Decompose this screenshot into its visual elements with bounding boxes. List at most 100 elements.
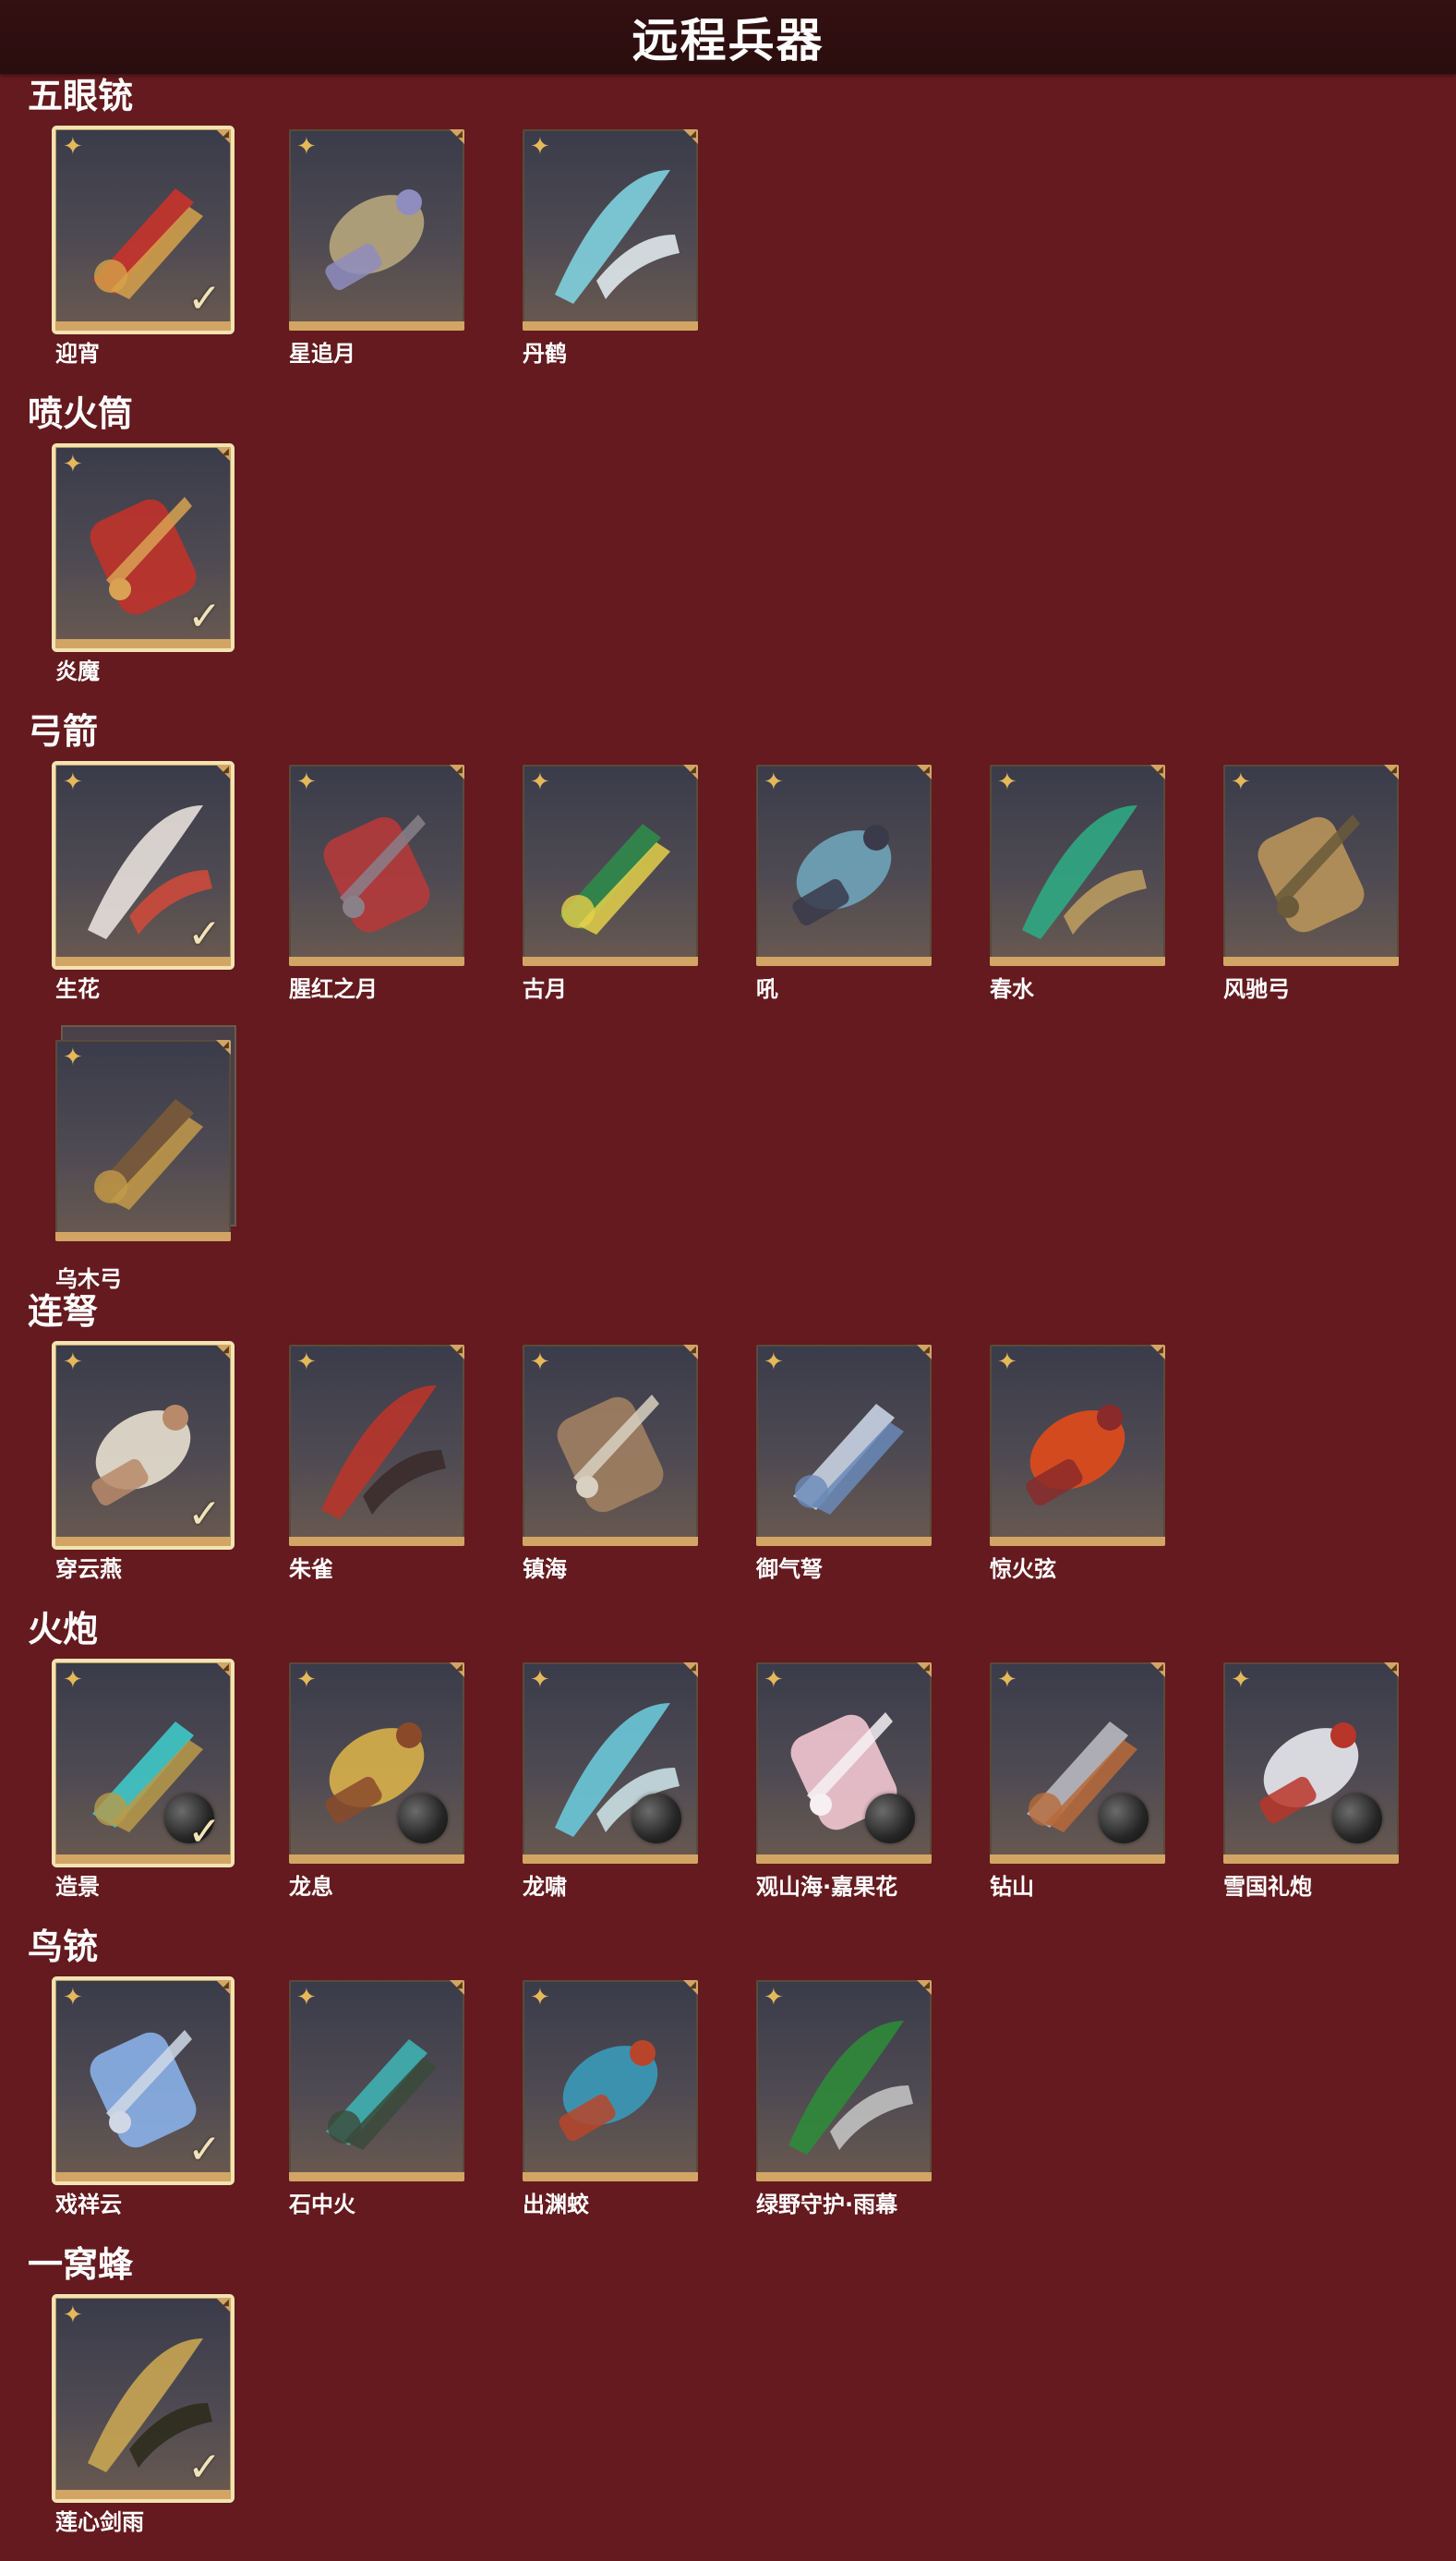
weapon-skin-card[interactable]: ✦ ◢ <box>55 1040 231 1241</box>
weapon-skin-tile[interactable]: ✦ ◢ 石中火 <box>289 1980 468 2229</box>
weapon-skin-tile[interactable]: ✦ ◢ ✓ 生花 <box>55 765 235 1014</box>
weapon-skin-tile[interactable]: ✦ ◢ ✓ 迎宵 <box>55 129 235 379</box>
weapon-skin-tile[interactable]: ✦ ◢ 御气弩 <box>756 1345 935 1594</box>
weapon-skin-card[interactable]: ✦ ◢ <box>1223 1662 1399 1864</box>
card-bottom-strip <box>55 321 231 331</box>
corner-mark-icon: ◢ <box>455 765 463 775</box>
weapon-skin-card[interactable]: ✦ ◢ ✓ <box>55 765 231 966</box>
weapon-skin-name: 穿云燕 <box>55 1556 122 1582</box>
weapon-skin-tile[interactable]: ✦ ◢ 朱雀 <box>289 1345 468 1594</box>
weapon-skin-tile[interactable]: ✦ ◢ 龙啸 <box>523 1662 702 1912</box>
category-title: 弓箭 <box>28 711 99 752</box>
weapon-skin-card[interactable]: ✦ ◢ <box>523 765 698 966</box>
weapon-skin-tile[interactable]: ✦ ◢ 腥红之月 <box>289 765 468 1014</box>
weapon-skin-tile[interactable]: ✦ ◢ 绿野守护·雨幕 <box>756 1980 935 2229</box>
four-point-star-icon: ✦ <box>997 1348 1017 1376</box>
category-title: 火炮 <box>28 1609 99 1649</box>
weapon-skin-tile[interactable]: ✦ ◢ 乌木弓 <box>55 1025 236 1292</box>
weapon-skin-card[interactable]: ✦ ◢ ✓ <box>55 1980 231 2181</box>
card-bottom-strip <box>756 1537 932 1546</box>
four-point-star-icon: ✦ <box>296 133 317 161</box>
weapon-skin-tile[interactable]: ✦ ◢ 观山海·嘉果花 <box>756 1662 935 1912</box>
weapon-skin-tile[interactable]: ✦ ◢ 出渊蛟 <box>523 1980 702 2229</box>
weapon-skin-tile[interactable]: ✦ ◢ 星追月 <box>289 129 468 379</box>
weapon-skin-card[interactable]: ✦ ◢ ✓ <box>55 129 231 331</box>
weapon-skin-name: 御气弩 <box>756 1556 823 1582</box>
four-point-star-icon: ✦ <box>530 1666 550 1694</box>
four-point-star-icon: ✦ <box>63 1348 83 1376</box>
weapon-skin-card[interactable]: ✦ ◢ <box>289 1980 464 2181</box>
four-point-star-icon: ✦ <box>1231 1666 1251 1694</box>
weapon-skin-tile[interactable]: ✦ ◢ 钻山 <box>990 1662 1169 1912</box>
weapon-skin-tile[interactable]: ✦ ◢ 惊火弦 <box>990 1345 1169 1594</box>
weapon-skin-card[interactable]: ✦ ◢ <box>756 1980 932 2181</box>
corner-mark-icon: ◢ <box>689 1980 696 1990</box>
corner-mark-icon: ◢ <box>922 1345 930 1355</box>
weapon-skin-tile[interactable]: ✦ ◢ 龙息 <box>289 1662 468 1912</box>
weapon-skin-tile[interactable]: ✦ ◢ 雪国礼炮 <box>1223 1662 1402 1912</box>
weapon-skin-tile[interactable]: ✦ ◢ ✓ 戏祥云 <box>55 1980 235 2229</box>
weapon-skin-tile[interactable]: ✦ ◢ 风驰弓 <box>1223 765 1402 1014</box>
four-point-star-icon: ✦ <box>764 1984 784 2011</box>
weapon-skin-name: 钻山 <box>990 1874 1034 1900</box>
weapon-skin-card[interactable]: ✦ ◢ <box>523 1662 698 1864</box>
weapon-skin-tile[interactable]: ✦ ◢ ✓ 炎魔 <box>55 447 235 696</box>
weapon-skin-card[interactable]: ✦ ◢ <box>756 765 932 966</box>
weapon-skin-card[interactable]: ✦ ◢ ✓ <box>55 1345 231 1546</box>
four-point-star-icon: ✦ <box>296 768 317 796</box>
weapon-skin-card[interactable]: ✦ ◢ <box>289 1345 464 1546</box>
weapon-skin-tile[interactable]: ✦ ◢ ✓ 穿云燕 <box>55 1345 235 1594</box>
cannonball-icon <box>632 1794 681 1843</box>
card-bottom-strip <box>289 321 464 331</box>
weapon-skin-card[interactable]: ✦ ◢ ✓ <box>55 1662 231 1864</box>
weapon-skin-card[interactable]: ✦ ◢ <box>1223 765 1399 966</box>
weapon-skin-card[interactable]: ✦ ◢ <box>289 1662 464 1864</box>
weapon-skin-card[interactable]: ✦ ◢ <box>990 1345 1165 1546</box>
weapon-skin-name: 戏祥云 <box>55 2192 122 2217</box>
weapon-image <box>1242 787 1380 944</box>
weapon-skin-tile[interactable]: ✦ ◢ 春水 <box>990 765 1169 1014</box>
four-point-star-icon: ✦ <box>296 1666 317 1694</box>
weapon-skin-name: 炎魔 <box>55 658 100 684</box>
weapon-category: 五眼铳 ✦ ◢ ✓ 迎宵 ✦ ◢ 星追月 ✦ ◢ 丹鹤 <box>0 76 1456 367</box>
corner-mark-icon: ◢ <box>222 129 229 139</box>
weapon-skin-tile[interactable]: ✦ ◢ 丹鹤 <box>523 129 702 379</box>
four-point-star-icon: ✦ <box>764 1348 784 1376</box>
weapon-skin-card[interactable]: ✦ ◢ <box>523 1980 698 2181</box>
weapon-skin-card[interactable]: ✦ ◢ <box>756 1345 932 1546</box>
weapon-category: 火炮 ✦ ◢ ✓ 造景 ✦ ◢ 龙息 ✦ ◢ 龙啸 ✦ ◢ 观山海·嘉果花 ✦ ◢ 钻山 ✦ ◢ 雪国礼炮 <box>0 1609 1456 1900</box>
weapon-image <box>775 1367 913 1524</box>
four-point-star-icon: ✦ <box>63 133 83 161</box>
card-bottom-strip <box>990 1537 1165 1546</box>
card-bottom-strip <box>756 957 932 966</box>
weapon-image <box>541 2002 680 2159</box>
weapon-skin-name: 镇海 <box>523 1556 567 1582</box>
weapon-skin-name: 吼 <box>756 976 778 1002</box>
corner-mark-icon: ◢ <box>1156 765 1163 775</box>
weapon-skin-card[interactable]: ✦ ◢ ✓ <box>55 2298 231 2499</box>
weapon-skin-name: 绿野守护·雨幕 <box>756 2192 898 2217</box>
weapon-skin-tile[interactable]: ✦ ◢ ✓ 莲心剑雨 <box>55 2298 235 2547</box>
corner-mark-icon: ◢ <box>222 765 229 775</box>
weapon-skin-card[interactable]: ✦ ◢ <box>289 129 464 331</box>
weapon-skin-card[interactable]: ✦ ◢ <box>289 765 464 966</box>
weapon-skin-tile[interactable]: ✦ ◢ ✓ 造景 <box>55 1662 235 1912</box>
weapon-skin-card[interactable]: ✦ ◢ <box>756 1662 932 1864</box>
weapon-skin-card[interactable]: ✦ ◢ <box>990 1662 1165 1864</box>
weapon-skin-name: 雪国礼炮 <box>1223 1874 1312 1900</box>
weapon-image <box>541 1367 680 1524</box>
weapon-skin-tile[interactable]: ✦ ◢ 古月 <box>523 765 702 1014</box>
four-point-star-icon: ✦ <box>764 768 784 796</box>
weapon-skin-card[interactable]: ✦ ◢ <box>523 129 698 331</box>
four-point-star-icon: ✦ <box>63 1044 83 1071</box>
weapon-image <box>307 2002 446 2159</box>
weapon-skin-tile[interactable]: ✦ ◢ 镇海 <box>523 1345 702 1594</box>
four-point-star-icon: ✦ <box>296 1348 317 1376</box>
weapon-skin-card[interactable]: ✦ ◢ ✓ <box>55 447 231 648</box>
weapon-skin-card[interactable]: ✦ ◢ <box>990 765 1165 966</box>
weapon-skin-card[interactable]: ✦ ◢ <box>523 1345 698 1546</box>
corner-mark-icon: ◢ <box>689 765 696 775</box>
weapon-skin-tile[interactable]: ✦ ◢ 吼 <box>756 765 935 1014</box>
weapon-category: 鸟铳 ✦ ◢ ✓ 戏祥云 ✦ ◢ 石中火 ✦ ◢ 出渊蛟 ✦ ◢ 绿野守护·雨幕 <box>0 1927 1456 2217</box>
card-bottom-strip <box>523 2172 698 2181</box>
